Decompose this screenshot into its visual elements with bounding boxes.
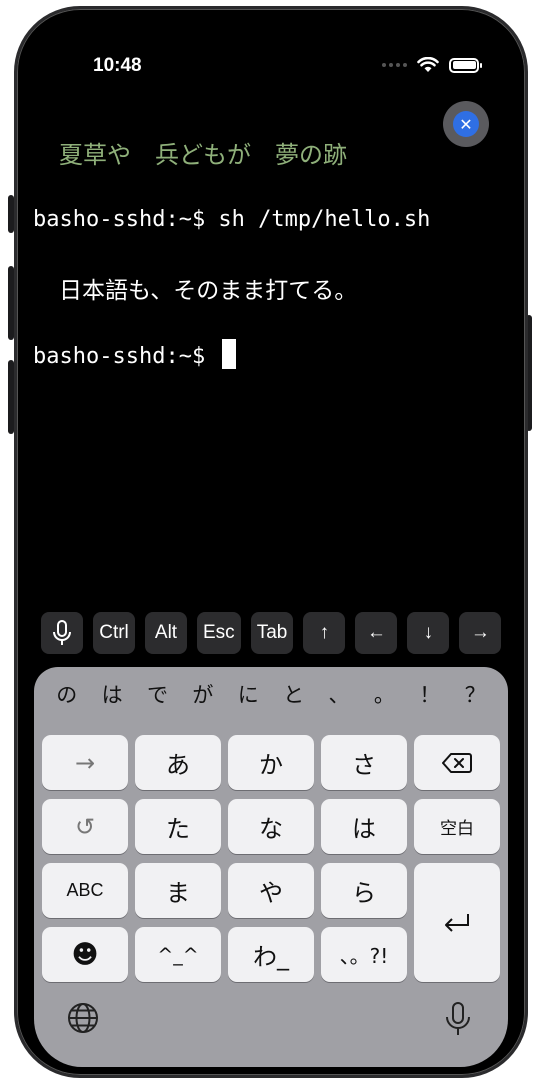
status-time: 10:48 — [93, 55, 142, 76]
kana-key-sa[interactable]: さ — [321, 735, 407, 790]
suggestion[interactable]: の — [47, 679, 87, 709]
kana-key-a[interactable]: あ — [135, 735, 221, 790]
cursor-forward-key[interactable]: → — [42, 735, 128, 790]
delete-key[interactable] — [414, 735, 500, 790]
suggestion[interactable]: 。 — [364, 679, 404, 709]
space-key[interactable]: 空白 — [414, 799, 500, 854]
wifi-icon — [417, 57, 439, 72]
kana-key-ma[interactable]: ま — [135, 863, 221, 918]
return-icon — [445, 913, 469, 932]
kana-key-ra[interactable]: ら — [321, 863, 407, 918]
kana-key-ha[interactable]: は — [321, 799, 407, 854]
arrow-down-key[interactable]: ↓ — [407, 612, 450, 654]
suggestion[interactable]: と — [274, 679, 314, 709]
mic-button[interactable] — [41, 612, 83, 654]
arrow-up-key[interactable]: ↑ — [303, 612, 346, 654]
close-icon: ✕ — [453, 111, 479, 137]
terminal-haiku: 夏草や 兵どもが 夢の跡 — [59, 141, 347, 169]
suggestion[interactable]: で — [137, 679, 177, 709]
kaomoji-key[interactable]: ^_^ — [135, 927, 221, 982]
terminal-prompt: basho-sshd:~$ — [33, 339, 237, 369]
terminal-line: basho-sshd:~$ sh /tmp/hello.sh — [33, 207, 431, 232]
terminal-line: 日本語も、そのまま打てる。 — [59, 278, 358, 304]
undo-key[interactable]: ↺ — [42, 799, 128, 854]
abc-key[interactable]: ABC — [42, 863, 128, 918]
phone-screen: 10:48 ✕ 夏草や 兵どもが 夢の跡 basho-sshd:~$ sh /t… — [14, 6, 528, 1078]
kana-key-wa[interactable]: わ_ — [228, 927, 314, 982]
prompt-text: basho-sshd:~$ — [33, 344, 219, 369]
ctrl-key[interactable]: Ctrl — [93, 612, 135, 654]
globe-icon[interactable] — [66, 1001, 100, 1035]
return-key[interactable] — [414, 863, 500, 982]
emoji-key[interactable]: ☻ — [42, 927, 128, 982]
dictation-microphone-icon[interactable] — [444, 1001, 472, 1037]
undo-icon: ↺ — [74, 812, 96, 841]
suggestion[interactable]: が — [183, 679, 223, 709]
arrow-right-key[interactable]: → — [459, 612, 502, 654]
close-button[interactable]: ✕ — [443, 101, 489, 147]
arrow-left-key[interactable]: ← — [355, 612, 398, 654]
japanese-keyboard: の は で が に と 、 。 ！ ？ → あ か さ ↺ た な は 空白 A… — [34, 667, 508, 1067]
terminal-cursor — [222, 339, 237, 369]
suggestion[interactable]: 、 — [319, 679, 359, 709]
suggestion[interactable]: ！ — [410, 679, 450, 709]
kana-key-ya[interactable]: や — [228, 863, 314, 918]
alt-key[interactable]: Alt — [145, 612, 187, 654]
cellular-icon — [382, 63, 407, 67]
microphone-icon — [53, 620, 71, 645]
suggestion-bar: の は で が に と 、 。 ！ ？ — [34, 679, 508, 709]
suggestion[interactable]: ？ — [455, 679, 495, 709]
backspace-icon — [442, 752, 472, 773]
battery-icon — [449, 57, 482, 73]
suggestion[interactable]: は — [92, 679, 132, 709]
status-icons — [382, 57, 482, 73]
tab-key[interactable]: Tab — [250, 612, 294, 654]
suggestion[interactable]: に — [228, 679, 268, 709]
kana-key-na[interactable]: な — [228, 799, 314, 854]
esc-key[interactable]: Esc — [197, 612, 241, 654]
punctuation-key[interactable]: 、。?! — [321, 927, 407, 982]
kana-key-ka[interactable]: か — [228, 735, 314, 790]
kana-key-ta[interactable]: た — [135, 799, 221, 854]
terminal-key-bar: Ctrl Alt Esc Tab ↑ ← ↓ → — [41, 612, 502, 654]
